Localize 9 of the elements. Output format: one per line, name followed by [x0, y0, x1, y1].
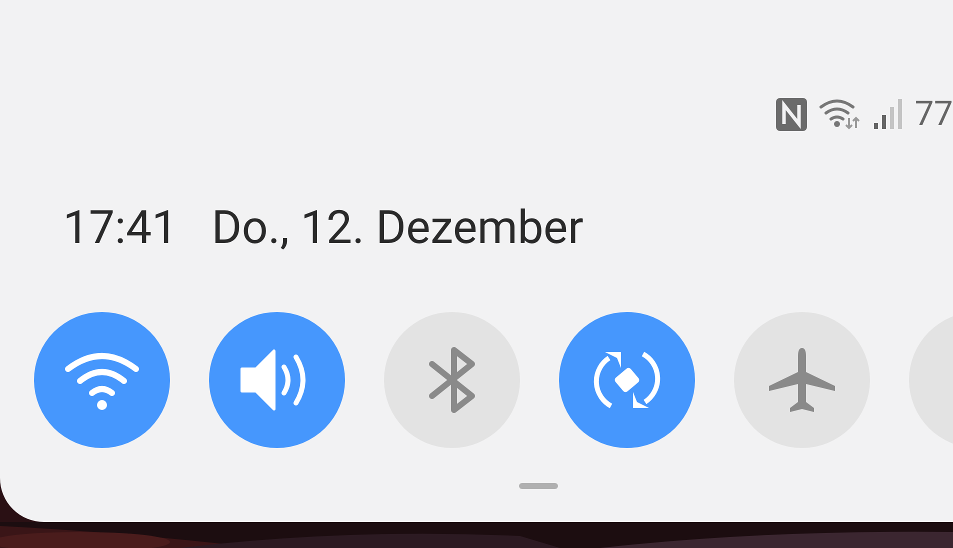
bluetooth-icon — [428, 346, 476, 414]
battery-level: 77 — [914, 94, 953, 134]
drag-handle[interactable] — [519, 483, 558, 489]
clock-time: 17:41 — [63, 200, 178, 257]
signal-icon — [872, 99, 903, 129]
nfc-icon — [776, 98, 807, 130]
wifi-icon — [818, 98, 861, 130]
airplane-icon — [767, 346, 837, 414]
date: Do., 12. Dezember — [212, 200, 584, 257]
